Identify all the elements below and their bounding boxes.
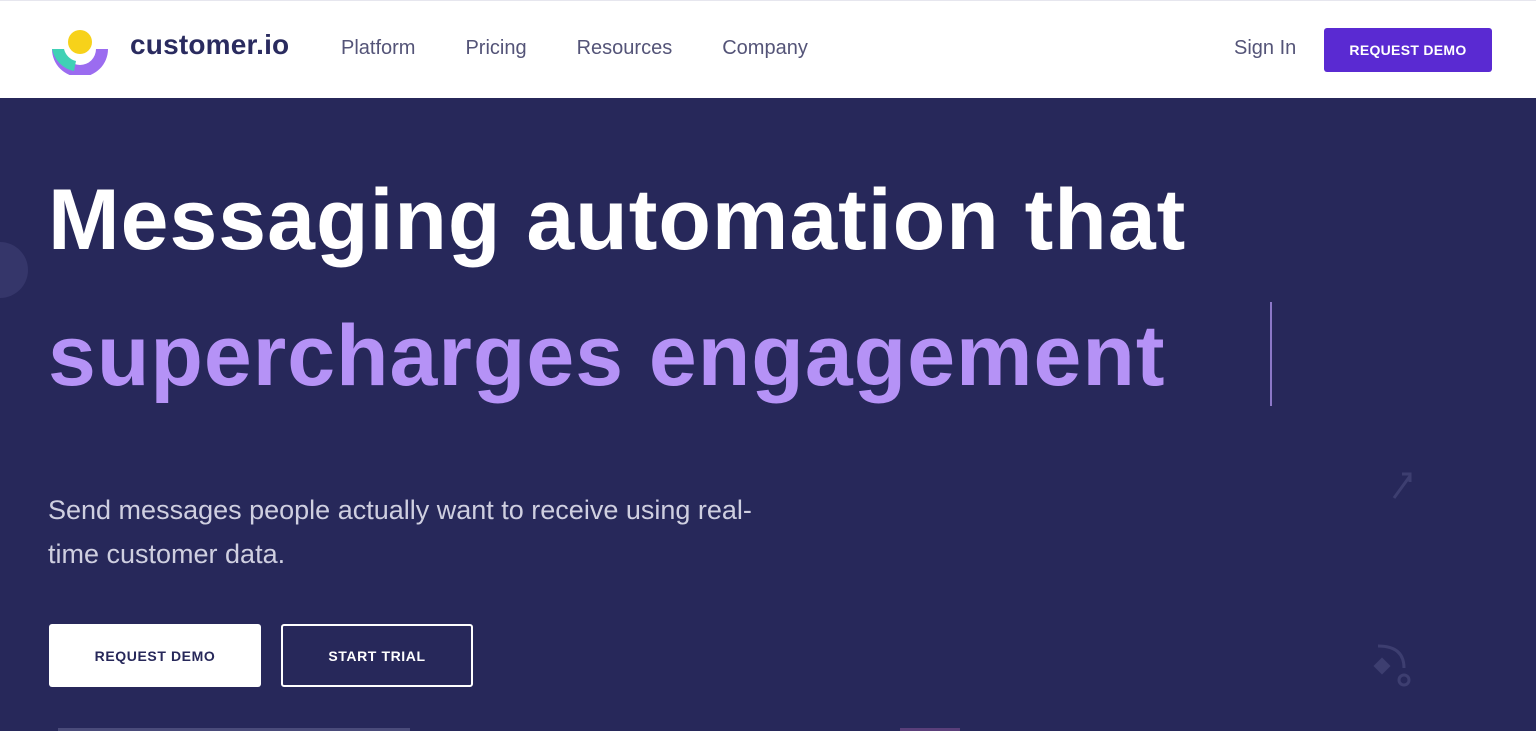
main-nav: Platform Pricing Resources Company bbox=[341, 37, 858, 60]
nav-link-company[interactable]: Company bbox=[722, 37, 808, 60]
hero-headline-highlight: supercharges engagement bbox=[48, 308, 1166, 404]
nav-link-platform[interactable]: Platform bbox=[341, 37, 415, 60]
brand-logo[interactable]: customer.io bbox=[48, 27, 289, 77]
decorative-node-icon bbox=[1373, 644, 1411, 687]
hero-start-trial-button[interactable]: START TRIAL bbox=[281, 624, 473, 687]
sign-in-link[interactable]: Sign In bbox=[1234, 37, 1296, 60]
nav-link-resources[interactable]: Resources bbox=[577, 37, 673, 60]
nav-request-demo-button[interactable]: REQUEST DEMO bbox=[1324, 28, 1492, 72]
hero-subtext: Send messages people actually want to re… bbox=[48, 495, 752, 569]
brand-name: customer.io bbox=[130, 29, 290, 60]
top-navbar: customer.io Platform Pricing Resources C… bbox=[0, 0, 1536, 98]
hero-request-demo-button[interactable]: REQUEST DEMO bbox=[49, 624, 261, 687]
nav-link-pricing[interactable]: Pricing bbox=[465, 37, 526, 60]
hero-headline: Messaging automation that bbox=[48, 172, 1187, 268]
typing-caret bbox=[1270, 302, 1272, 406]
decorative-arrow-icon bbox=[1392, 472, 1412, 499]
logo-mark-icon bbox=[48, 27, 112, 77]
decorative-circle-icon bbox=[0, 242, 28, 298]
hero-section: Messaging automation that supercharges e… bbox=[0, 98, 1536, 731]
